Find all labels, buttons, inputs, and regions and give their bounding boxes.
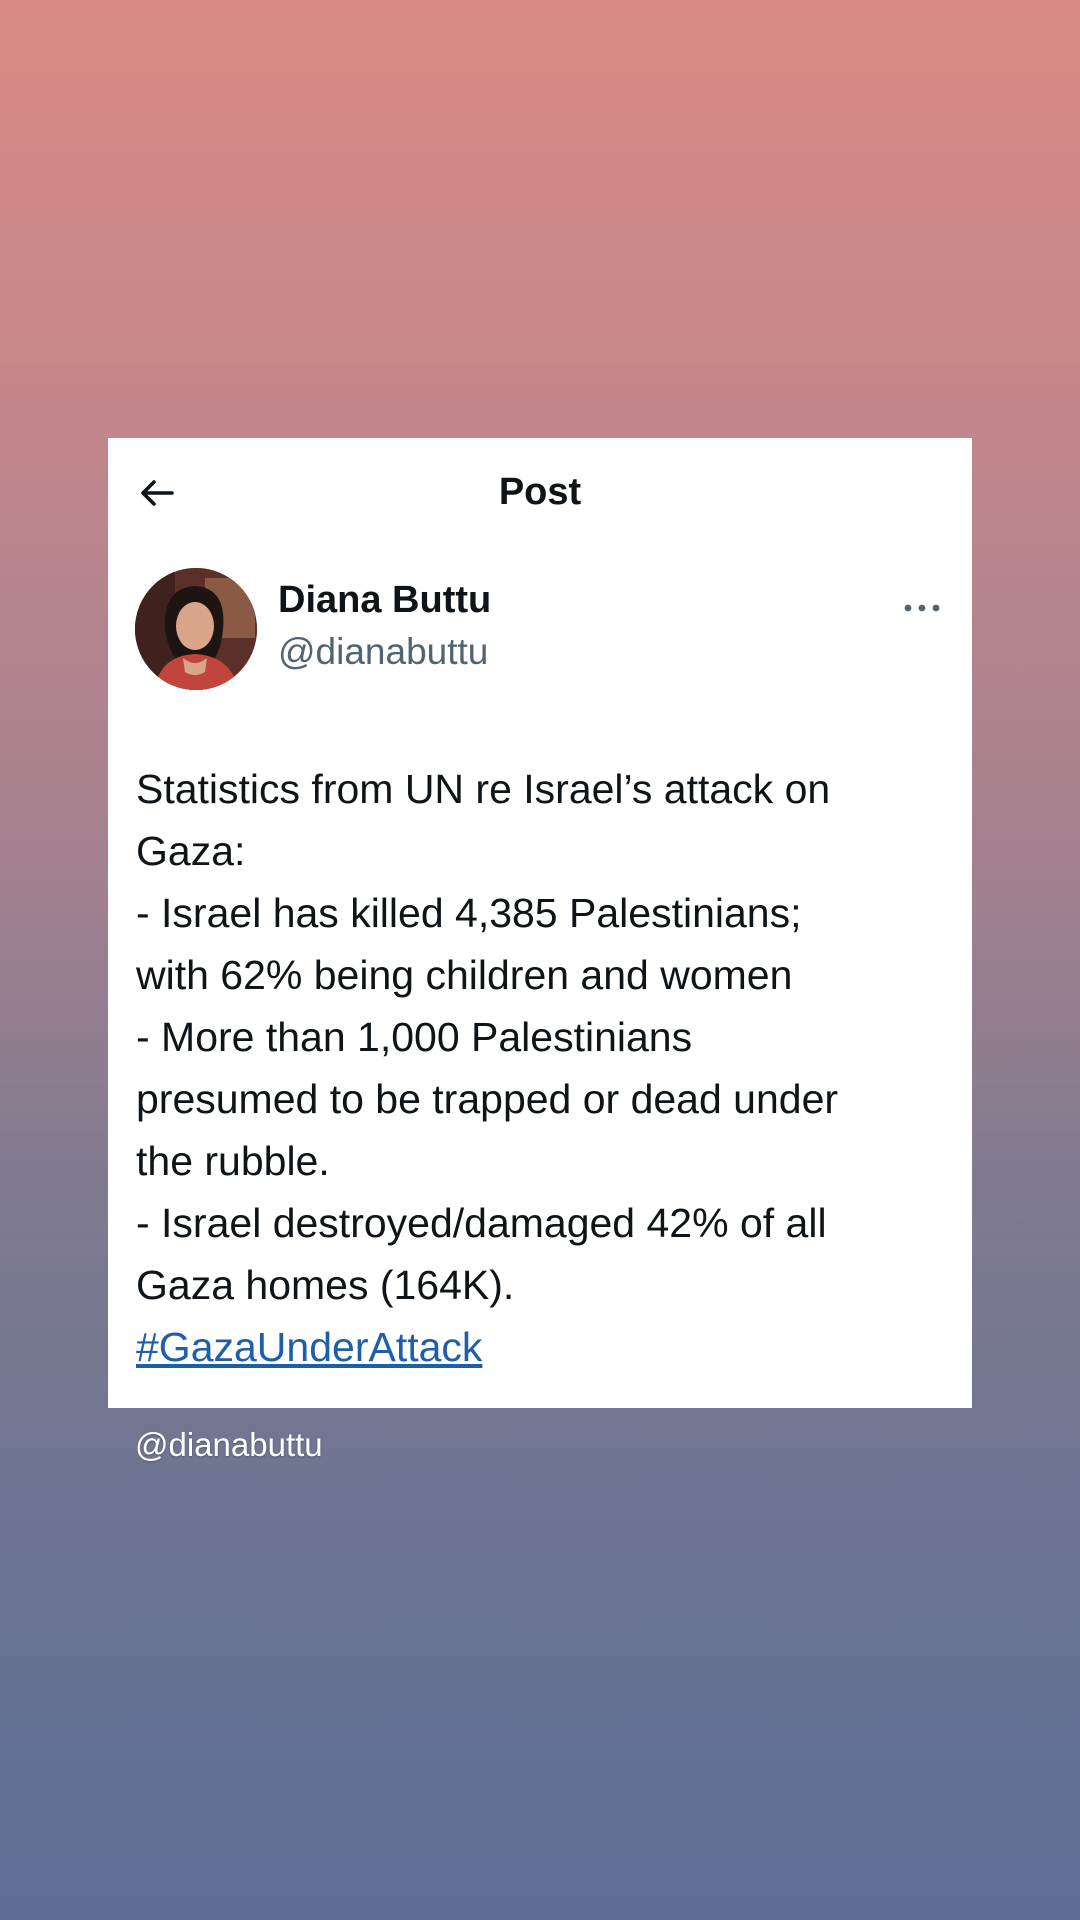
post-line: Gaza: [136, 828, 246, 874]
hashtag-link[interactable]: #GazaUnderAttack [136, 1316, 956, 1378]
post-line: Statistics from UN re Israel’s attack on [136, 766, 831, 812]
post-line: the rubble. [136, 1138, 330, 1184]
post-text: Statistics from UN re Israel’s attack on… [136, 758, 956, 1378]
post-line: presumed to be trapped or dead under [136, 1076, 839, 1122]
story-caption-mention[interactable]: @dianabuttu [135, 1424, 323, 1467]
post-card: Post Diana Buttu @dianabuttu Statistics … [108, 438, 972, 1408]
post-line: - Israel has killed 4,385 Palestinians; [136, 890, 802, 936]
author-name[interactable]: Diana Buttu [278, 578, 491, 624]
avatar[interactable] [135, 568, 257, 690]
post-line: - More than 1,000 Palestinians [136, 1014, 693, 1060]
page-title: Post [498, 471, 582, 513]
post-line: Gaza homes (164K). [136, 1262, 515, 1308]
author-handle[interactable]: @dianabuttu [278, 630, 488, 674]
more-options-icon[interactable] [902, 596, 942, 620]
post-line: - Israel destroyed/damaged 42% of all [136, 1200, 827, 1246]
avatar-photo [135, 568, 257, 690]
post-line: with 62% being children and women [136, 952, 793, 998]
